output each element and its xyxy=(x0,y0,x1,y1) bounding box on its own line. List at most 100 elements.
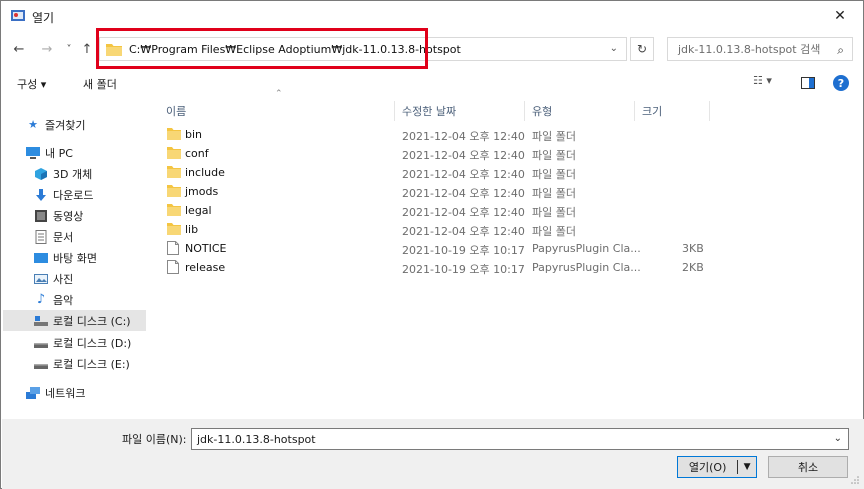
sidebar-item-this-pc[interactable]: 내 PC xyxy=(25,142,145,163)
close-button[interactable]: ✕ xyxy=(817,1,863,31)
sidebar-item-favorites[interactable]: ★ 즐겨찾기 xyxy=(25,114,145,135)
column-header-name[interactable]: 이름 xyxy=(166,101,186,121)
chevron-down-icon[interactable]: ⌄ xyxy=(834,433,842,444)
file-name: conf xyxy=(185,147,209,160)
file-row[interactable]: NOTICE 2021-10-19 오후 10:17 PapyrusPlugin C… xyxy=(161,239,721,258)
file-type: 파일 폴더 xyxy=(532,168,576,181)
sidebar-item-pictures[interactable]: 사진 xyxy=(33,268,145,289)
file-row[interactable]: conf 2021-12-04 오후 12:40 파일 폴더 xyxy=(161,144,721,163)
sidebar-item-downloads[interactable]: 다운로드 xyxy=(33,184,145,205)
file-name: include xyxy=(185,166,225,179)
drive-c-icon xyxy=(34,315,48,326)
file-name: bin xyxy=(185,128,203,141)
sidebar-item-drive-d[interactable]: 로컬 디스크 (D:) xyxy=(33,332,145,353)
view-options-icon[interactable]: ☷ ▾ xyxy=(753,74,772,87)
chevron-down-icon[interactable]: ⌄ xyxy=(610,43,618,54)
sidebar-item-music[interactable]: ♪ 음악 xyxy=(33,289,145,310)
file-name: NOTICE xyxy=(185,242,227,255)
navigation-pane: ★ 즐겨찾기 내 PC 3D 개체 다운로드 동영상 문서 바탕 화면 사진 ♪… xyxy=(1,101,151,421)
file-row[interactable]: release 2021-10-19 오후 10:17 PapyrusPlugin … xyxy=(161,258,721,277)
file-name: jmods xyxy=(185,185,219,198)
chevron-down-icon: ˅ xyxy=(66,43,72,55)
refresh-icon: ↻ xyxy=(636,42,648,56)
filename-label: 파일 이름(N): xyxy=(122,433,187,446)
drive-icon xyxy=(34,363,48,369)
sidebar-item-videos[interactable]: 동영상 xyxy=(33,205,145,226)
file-date: 2021-10-19 오후 10:17 xyxy=(402,244,525,257)
help-icon[interactable]: ? xyxy=(833,75,849,91)
file-type: PapyrusPlugin Cla... xyxy=(532,261,641,274)
file-type: 파일 폴더 xyxy=(532,225,576,238)
file-type: 파일 폴더 xyxy=(532,130,576,143)
folder-icon xyxy=(167,165,181,181)
file-date: 2021-12-04 오후 12:40 xyxy=(402,149,525,162)
cancel-button[interactable]: 취소 xyxy=(768,456,848,478)
file-name: legal xyxy=(185,204,212,217)
file-date: 2021-12-04 오후 12:40 xyxy=(402,225,525,238)
search-box[interactable]: jdk-11.0.13.8-hotspot 검색 ⌕ xyxy=(667,37,853,61)
search-icon: ⌕ xyxy=(837,43,844,57)
address-highlight-box xyxy=(96,28,428,69)
file-row[interactable]: include 2021-12-04 오후 12:40 파일 폴더 xyxy=(161,163,721,182)
sidebar-item-network[interactable]: 네트워크 xyxy=(25,382,145,403)
organize-button[interactable]: 구성 ▾ xyxy=(17,76,46,92)
up-button[interactable]: ↑ xyxy=(77,39,97,59)
file-date: 2021-12-04 오후 12:40 xyxy=(402,168,525,181)
file-row[interactable]: jmods 2021-12-04 오후 12:40 파일 폴더 xyxy=(161,182,721,201)
sidebar-item-desktop[interactable]: 바탕 화면 xyxy=(33,247,145,268)
column-divider[interactable] xyxy=(394,101,395,121)
arrow-left-icon: ← xyxy=(13,41,25,57)
forward-button[interactable]: → xyxy=(37,39,57,59)
title-bar: 열기 ✕ xyxy=(1,1,863,31)
open-button[interactable]: 열기(O) ▼ xyxy=(677,456,757,478)
music-icon: ♪ xyxy=(36,292,46,307)
sidebar-item-3d-objects[interactable]: 3D 개체 xyxy=(33,163,145,184)
sidebar-item-drive-e[interactable]: 로컬 디스크 (E:) xyxy=(33,353,145,374)
preview-pane-icon[interactable] xyxy=(801,77,815,89)
column-divider[interactable] xyxy=(634,101,635,121)
filename-input[interactable]: jdk-11.0.13.8-hotspot ⌄ xyxy=(191,428,849,450)
column-header-type[interactable]: 유형 xyxy=(532,101,552,121)
open-options-icon[interactable]: ▼ xyxy=(738,462,756,472)
folder-icon xyxy=(167,146,181,162)
file-date: 2021-12-04 오후 12:40 xyxy=(402,206,525,219)
recent-locations-button[interactable]: ˅ xyxy=(59,39,79,59)
file-row[interactable]: bin 2021-12-04 오후 12:40 파일 폴더 xyxy=(161,125,721,144)
refresh-button[interactable]: ↻ xyxy=(630,37,654,61)
open-button-label: 열기(O) xyxy=(688,461,727,474)
file-date: 2021-10-19 오후 10:17 xyxy=(402,263,525,276)
file-size: 2KB xyxy=(682,261,704,274)
app-icon xyxy=(11,10,25,21)
column-divider[interactable] xyxy=(524,101,525,121)
folder-icon xyxy=(167,184,181,200)
back-button[interactable]: ← xyxy=(9,39,29,59)
window-title: 열기 xyxy=(32,11,55,25)
folder-icon xyxy=(167,127,181,143)
sidebar-item-documents[interactable]: 문서 xyxy=(33,226,145,247)
file-type: 파일 폴더 xyxy=(532,149,576,162)
sidebar-item-drive-c[interactable]: 로컬 디스크 (C:) xyxy=(3,310,146,331)
star-icon: ★ xyxy=(28,118,38,131)
file-row[interactable]: legal 2021-12-04 오후 12:40 파일 폴더 xyxy=(161,201,721,220)
new-folder-button[interactable]: 새 폴더 xyxy=(83,76,117,92)
desktop-icon xyxy=(34,252,48,263)
cancel-button-label: 취소 xyxy=(797,461,819,474)
open-dialog: 열기 ✕ ← → ˅ ↑ C:₩Program Files₩Eclipse Ad… xyxy=(0,0,864,489)
network-icon xyxy=(26,386,40,399)
file-type: PapyrusPlugin Cla... xyxy=(532,242,641,255)
column-header-size[interactable]: 크기 xyxy=(642,101,662,121)
resize-grip-icon[interactable] xyxy=(850,475,860,485)
arrow-right-icon: → xyxy=(41,41,53,57)
cube-icon xyxy=(35,167,47,180)
drive-icon xyxy=(34,342,48,348)
column-divider[interactable] xyxy=(709,101,710,121)
file-type: 파일 폴더 xyxy=(532,206,576,219)
file-date: 2021-12-04 오후 12:40 xyxy=(402,130,525,143)
download-icon xyxy=(36,188,46,201)
file-name: lib xyxy=(185,223,199,236)
file-row[interactable]: lib 2021-12-04 오후 12:40 파일 폴더 xyxy=(161,220,721,239)
column-header-date[interactable]: 수정한 날짜 xyxy=(402,101,456,121)
folder-icon xyxy=(167,203,181,219)
video-icon xyxy=(35,209,47,222)
pc-icon xyxy=(26,146,40,159)
